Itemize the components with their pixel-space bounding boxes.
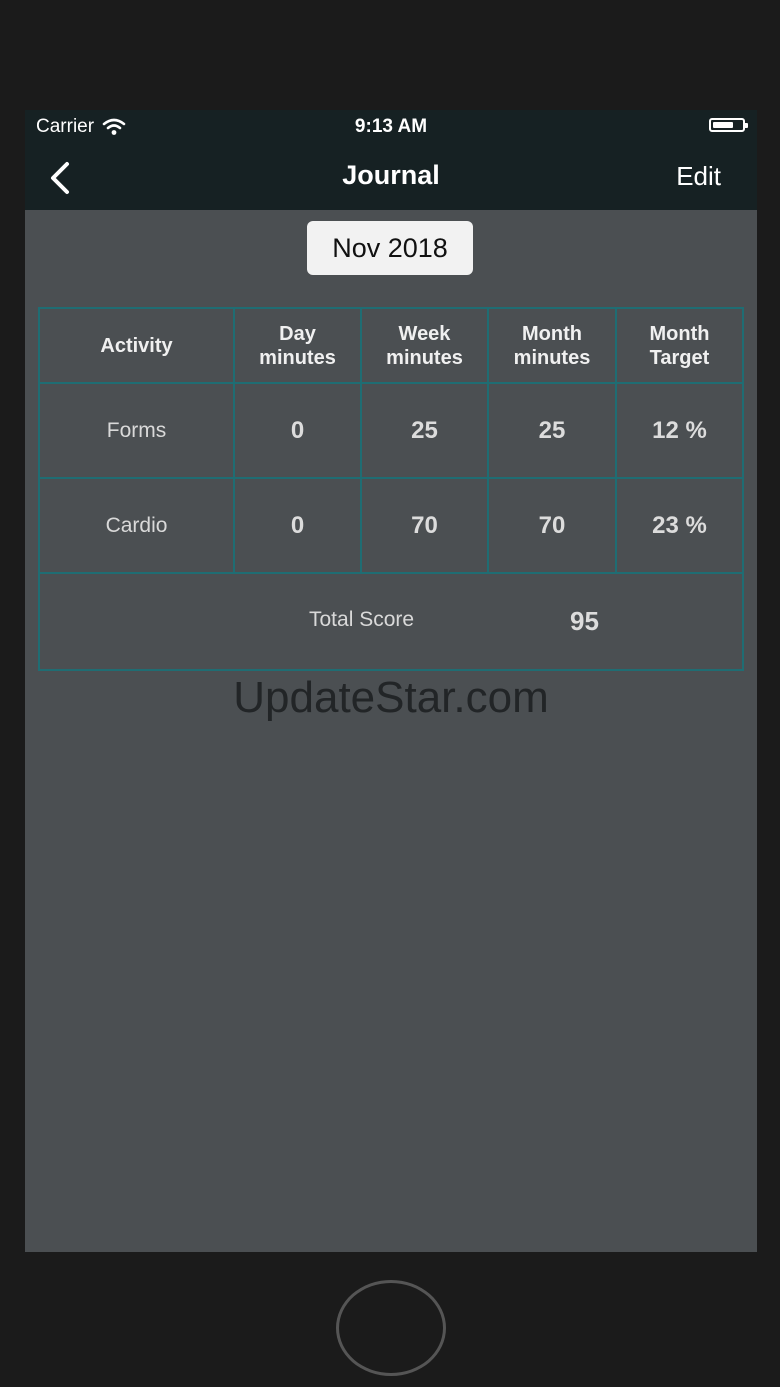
phone-device: Carrier 9:13 AM Journal Edit Nov 2018 Ac… xyxy=(0,0,780,1387)
week-minutes-value: 70 xyxy=(362,479,489,572)
month-target-value: 12 % xyxy=(652,416,707,444)
header-activity-label: Activity xyxy=(100,334,173,357)
table-row-forms[interactable]: Forms 0 25 25 12 % xyxy=(40,384,742,479)
home-button[interactable] xyxy=(336,1280,446,1376)
header-day-minutes-label: Day minutes xyxy=(259,322,336,370)
header-month-line2: minutes xyxy=(513,346,591,369)
month-picker-button[interactable]: Nov 2018 xyxy=(307,221,473,275)
header-day-minutes: Day minutes xyxy=(235,309,362,382)
header-week-line1: Week xyxy=(398,322,451,345)
edit-button[interactable]: Edit xyxy=(676,161,721,192)
app-screen: Carrier 9:13 AM Journal Edit Nov 2018 Ac… xyxy=(25,110,757,1252)
status-time: 9:13 AM xyxy=(354,116,428,137)
header-day-line2: minutes xyxy=(259,346,336,369)
total-score-label: Total Score xyxy=(309,608,415,631)
header-target-line2: Target xyxy=(649,346,710,369)
header-month-target-label: Month Target xyxy=(650,322,710,370)
header-target-line1: Month xyxy=(649,322,710,345)
table-row-cardio[interactable]: Cardio 0 70 70 23 % xyxy=(40,479,742,574)
header-month-target: Month Target xyxy=(617,309,742,382)
header-activity: Activity xyxy=(40,309,235,382)
month-minutes-value: 70 xyxy=(489,479,617,572)
table-header-row: Activity Day minutes Week minutes Month … xyxy=(40,309,742,384)
header-day-line1: Day xyxy=(279,322,316,345)
navigation-bar: Journal Edit xyxy=(25,144,757,210)
battery-cap xyxy=(745,123,748,128)
day-minutes-value: 0 xyxy=(235,479,362,572)
day-minutes-value: 0 xyxy=(235,384,362,477)
battery-level-fill xyxy=(713,122,733,128)
header-month-minutes-label: Month minutes xyxy=(514,322,591,370)
month-target-value: 23 % xyxy=(652,511,707,539)
week-minutes-value: 25 xyxy=(362,384,489,477)
battery-icon xyxy=(709,118,748,132)
activity-table: Activity Day minutes Week minutes Month … xyxy=(38,307,744,671)
watermark-text: UpdateStar.com xyxy=(233,673,549,722)
page-title: Journal xyxy=(342,160,440,190)
total-score-value: 95 xyxy=(570,606,599,636)
status-bar: Carrier 9:13 AM xyxy=(25,110,757,144)
header-month-minutes: Month minutes xyxy=(489,309,617,382)
activity-name: Cardio xyxy=(40,479,235,572)
header-week-line2: minutes xyxy=(386,346,463,369)
header-week-minutes: Week minutes xyxy=(362,309,489,382)
header-month-line1: Month xyxy=(522,322,582,345)
month-minutes-value: 25 xyxy=(489,384,617,477)
header-week-minutes-label: Week minutes xyxy=(386,322,463,370)
activity-name: Forms xyxy=(40,384,235,477)
total-score-row: Total Score 95 xyxy=(40,574,742,669)
